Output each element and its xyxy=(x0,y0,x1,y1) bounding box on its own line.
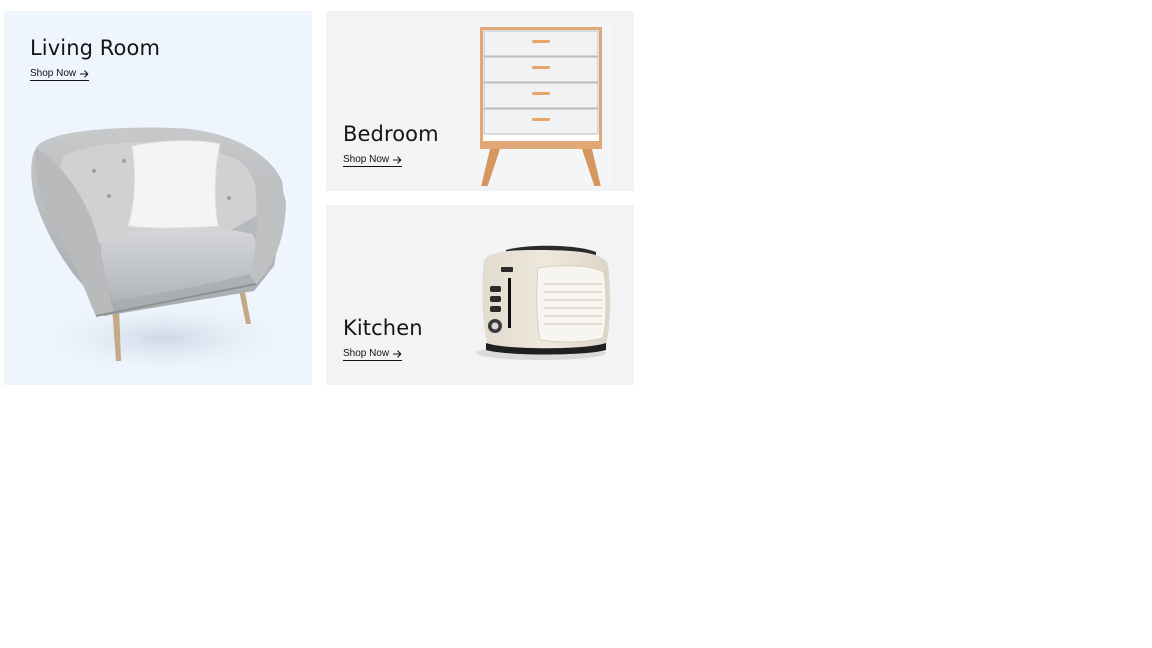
shop-now-link[interactable]: Shop Now xyxy=(343,154,403,167)
arrow-right-icon xyxy=(80,69,89,78)
armchair-icon xyxy=(24,127,304,378)
dresser-icon xyxy=(472,21,612,186)
category-title: Living Room xyxy=(30,36,161,60)
shop-now-label: Shop Now xyxy=(30,68,77,79)
category-title: Kitchen xyxy=(343,316,423,340)
arrow-right-icon xyxy=(393,349,402,358)
category-card-bedroom[interactable]: Bedroom Shop Now xyxy=(326,11,634,191)
arrow-right-icon xyxy=(393,155,402,164)
shop-now-label: Shop Now xyxy=(343,348,390,359)
shop-now-link[interactable]: Shop Now xyxy=(30,68,90,81)
shop-now-link[interactable]: Shop Now xyxy=(343,348,403,361)
category-card-living-room[interactable]: Living Room Shop Now xyxy=(4,11,312,385)
toaster-icon xyxy=(476,245,611,360)
category-title: Bedroom xyxy=(343,122,439,146)
shop-now-label: Shop Now xyxy=(343,154,390,165)
category-card-kitchen[interactable]: Kitchen Shop Now xyxy=(326,205,634,385)
